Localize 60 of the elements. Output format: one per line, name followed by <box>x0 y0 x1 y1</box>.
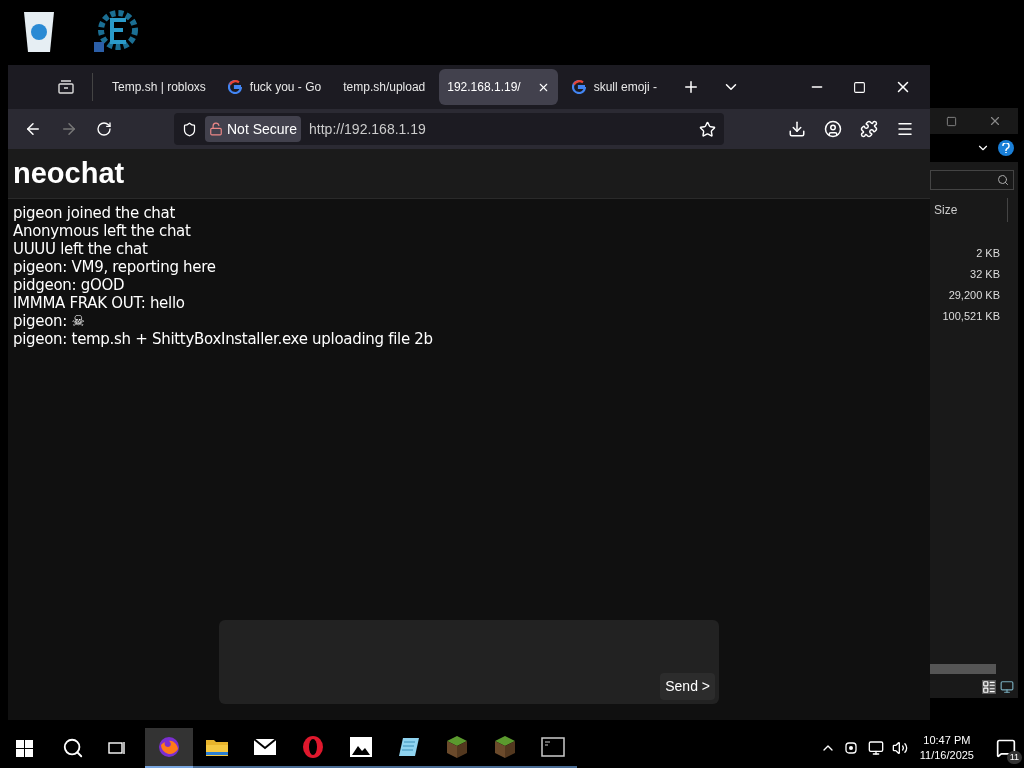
notification-count: 11 <box>1006 750 1022 764</box>
windows-logo-icon[interactable] <box>16 739 33 757</box>
search-field[interactable] <box>930 170 1014 190</box>
address-bar[interactable]: Not Secure http://192.168.1.19 <box>174 113 724 145</box>
clock[interactable]: 10:47 PM 11/16/2025 <box>915 733 978 763</box>
browser-tab[interactable]: temp.sh/upload <box>335 69 434 105</box>
page-title: neochat <box>13 155 125 191</box>
google-icon <box>227 80 242 94</box>
back-icon[interactable] <box>24 120 42 138</box>
browser-tab[interactable]: Temp.sh | robloxs <box>104 69 214 105</box>
tab-tray-icon[interactable] <box>58 80 74 94</box>
details-view-icon[interactable] <box>982 680 996 694</box>
fox-globe-icon <box>157 735 181 759</box>
download-icon[interactable] <box>788 120 806 138</box>
browser-tab[interactable]: 192.168.1.19/ <box>439 69 558 105</box>
webcam-icon[interactable] <box>843 740 860 756</box>
network-icon[interactable] <box>867 740 884 756</box>
security-badge[interactable]: Not Secure <box>205 116 302 142</box>
mountain-image-icon <box>349 736 373 758</box>
chat-message: pigeon: temp.sh + ShittyBoxInstaller.exe uploading file 2b <box>13 330 434 348</box>
ring-o-icon <box>302 735 324 759</box>
star-icon[interactable] <box>699 120 716 138</box>
chat-message: Anonymous left the chat <box>13 222 192 240</box>
forward-icon[interactable] <box>60 120 78 138</box>
shield-icon[interactable] <box>182 121 197 137</box>
file-size: 29,200 KB <box>948 288 1000 303</box>
column-header[interactable]: Size <box>934 201 958 219</box>
chat-message: pigeon joined the chat <box>13 204 177 222</box>
folder-icon <box>205 737 229 757</box>
chat-message: pidgeon: gOOD <box>13 276 126 294</box>
puzzle-icon[interactable] <box>860 120 878 138</box>
chat-message: UUUU left the chat <box>13 240 149 258</box>
send-button[interactable]: Send > <box>660 673 715 700</box>
search-icon <box>997 174 1009 186</box>
tiles-view-icon[interactable] <box>1000 680 1014 694</box>
message-input[interactable]: Send > <box>219 620 719 704</box>
notepad-icon <box>397 736 421 758</box>
search-icon[interactable] <box>62 737 84 759</box>
grass-block-icon <box>446 735 468 759</box>
chat-message: pigeon: VM9, reporting here <box>13 258 217 276</box>
menu-icon[interactable] <box>896 120 914 138</box>
google-icon <box>571 80 586 94</box>
file-size: 32 KB <box>970 267 1000 282</box>
url-text: http://192.168.1.19 <box>309 119 426 139</box>
scrollbar-thumb[interactable] <box>930 664 996 674</box>
task-view-icon[interactable] <box>108 740 126 756</box>
envelope-icon <box>253 738 277 756</box>
speaker-icon[interactable] <box>891 740 908 756</box>
help-icon[interactable] <box>998 140 1014 156</box>
reload-icon[interactable] <box>96 121 112 137</box>
file-size: 2 KB <box>976 246 1000 261</box>
terminal-icon <box>541 737 565 757</box>
grass-block-icon <box>494 735 516 759</box>
account-icon[interactable] <box>824 120 842 138</box>
browser-tab[interactable]: skull emoji - <box>563 69 666 105</box>
unlocked-padlock-icon <box>209 122 223 136</box>
chat-message: IMMMA FRAK OUT: hello <box>13 294 186 312</box>
file-size: 100,521 KB <box>942 309 1000 324</box>
chat-message: pigeon: ☠ <box>13 312 86 330</box>
browser-tab[interactable]: fuck you - Go <box>219 69 330 105</box>
